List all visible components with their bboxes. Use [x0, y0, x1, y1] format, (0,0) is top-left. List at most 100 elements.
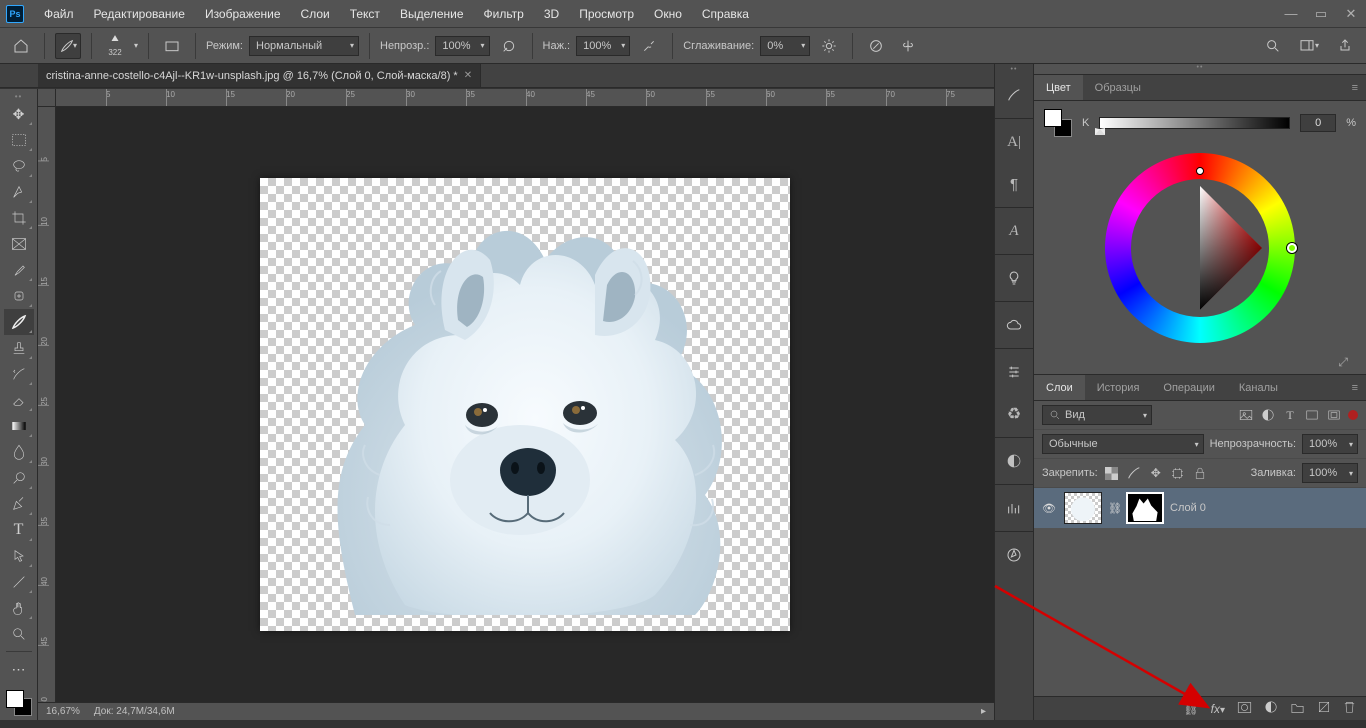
brush-sample[interactable]: 322 [102, 31, 128, 61]
crop-tool[interactable] [4, 205, 34, 231]
shape-tool[interactable] [4, 569, 34, 595]
layer-row[interactable]: 👁 ⛓ Слой 0 [1034, 488, 1366, 528]
filter-type-icon[interactable]: T [1282, 407, 1298, 423]
opacity-dropdown[interactable]: 100% [435, 36, 489, 56]
filter-adjust-icon[interactable] [1260, 407, 1276, 423]
edit-toolbar-button[interactable]: ⋯ [4, 656, 34, 682]
layer-thumbnail[interactable] [1064, 492, 1102, 524]
foreground-background-colors[interactable] [4, 688, 34, 718]
smoothing-dropdown[interactable]: 0% [760, 36, 810, 56]
menu-select[interactable]: Выделение [390, 0, 474, 27]
lock-transparency-icon[interactable] [1104, 465, 1120, 481]
filter-shape-icon[interactable] [1304, 407, 1320, 423]
dodge-tool[interactable] [4, 465, 34, 491]
rail-character[interactable]: A| [995, 125, 1033, 159]
menu-3d[interactable]: 3D [534, 0, 569, 27]
search-button[interactable] [1260, 33, 1286, 59]
color-swatch[interactable] [1044, 109, 1072, 137]
tab-history[interactable]: История [1085, 375, 1152, 400]
lock-paint-icon[interactable] [1126, 465, 1142, 481]
document-tab[interactable]: cristina-anne-costello-c4Ajl--KR1w-unspl… [38, 64, 481, 87]
rail-adjustments[interactable] [995, 355, 1033, 389]
menu-text[interactable]: Текст [340, 0, 390, 27]
eraser-tool[interactable] [4, 387, 34, 413]
k-value-input[interactable] [1300, 114, 1336, 132]
brush-tool[interactable] [4, 309, 34, 335]
menu-view[interactable]: Просмотр [569, 0, 644, 27]
path-select-tool[interactable] [4, 543, 34, 569]
toolbox-grip[interactable]: •• [4, 93, 34, 99]
pressure-size-button[interactable] [863, 33, 889, 59]
color-wheel[interactable] [1105, 153, 1295, 343]
frame-tool[interactable] [4, 231, 34, 257]
move-tool[interactable]: ✥ [4, 101, 34, 127]
layer-name[interactable]: Слой 0 [1170, 502, 1206, 514]
color-triangle[interactable] [1130, 178, 1270, 318]
layer-fill-input[interactable]: 100% [1302, 463, 1358, 483]
lock-artboard-icon[interactable] [1170, 465, 1186, 481]
gradient-tool[interactable] [4, 413, 34, 439]
lock-position-icon[interactable]: ✥ [1148, 465, 1164, 481]
mask-thumbnail[interactable] [1126, 492, 1164, 524]
window-restore-button[interactable]: ▭ [1306, 0, 1336, 27]
lock-all-icon[interactable] [1192, 465, 1208, 481]
healing-tool[interactable] [4, 283, 34, 309]
close-icon[interactable]: ✕ [464, 70, 472, 81]
rail-half-circle[interactable] [995, 444, 1033, 478]
blend-mode-dropdown[interactable]: Нормальный [249, 36, 359, 56]
airbrush-button[interactable] [636, 33, 662, 59]
rail-styles[interactable]: ♻ [995, 397, 1033, 431]
window-close-button[interactable]: ✕ [1336, 0, 1366, 27]
inner-handle[interactable] [1196, 167, 1204, 175]
layer-filter-dropdown[interactable]: Вид [1042, 405, 1152, 425]
delete-layer-icon[interactable] [1343, 700, 1356, 717]
tab-layers[interactable]: Слои [1034, 375, 1085, 400]
menu-file[interactable]: Файл [34, 0, 84, 27]
tool-preset-brush[interactable]: ▾ [55, 33, 81, 59]
filter-smart-icon[interactable] [1326, 407, 1342, 423]
pen-tool[interactable] [4, 491, 34, 517]
statusbar-arrow-icon[interactable]: ▸ [981, 706, 986, 717]
layer-opacity-input[interactable]: 100% [1302, 434, 1358, 454]
adjustment-layer-icon[interactable] [1264, 700, 1278, 717]
rail-libraries[interactable] [995, 308, 1033, 342]
eyedropper-tool[interactable] [4, 257, 34, 283]
zoom-tool[interactable] [4, 621, 34, 647]
stamp-tool[interactable] [4, 335, 34, 361]
color-panel-expand-icon[interactable]: ⤢ [1338, 355, 1348, 370]
blur-tool[interactable] [4, 439, 34, 465]
new-layer-icon[interactable] [1317, 700, 1331, 717]
zoom-level[interactable]: 16,67% [46, 706, 80, 717]
panel-menu-button[interactable]: ≡ [1344, 375, 1366, 400]
panel-menu-button[interactable]: ≡ [1344, 75, 1366, 100]
menu-help[interactable]: Справка [692, 0, 759, 27]
rail-learn[interactable] [995, 261, 1033, 295]
rail-brush-settings[interactable] [995, 78, 1033, 112]
tab-channels[interactable]: Каналы [1227, 375, 1290, 400]
rail-paragraph[interactable]: ¶ [995, 167, 1033, 201]
viewport[interactable] [56, 107, 994, 702]
new-group-icon[interactable] [1290, 701, 1305, 717]
type-tool[interactable]: T [4, 517, 34, 543]
tab-actions[interactable]: Операции [1151, 375, 1226, 400]
tab-swatches[interactable]: Образцы [1083, 75, 1153, 100]
tab-color[interactable]: Цвет [1034, 75, 1083, 100]
lasso-tool[interactable] [4, 153, 34, 179]
visibility-icon[interactable]: 👁 [1040, 502, 1058, 515]
foreground-swatch[interactable] [6, 690, 24, 708]
layer-fx-icon[interactable]: fx▾ [1211, 702, 1225, 716]
menu-layers[interactable]: Слои [291, 0, 340, 27]
link-layers-icon[interactable]: ⛓ [1183, 702, 1198, 716]
window-minimize-button[interactable]: — [1276, 0, 1306, 27]
marquee-tool[interactable] [4, 127, 34, 153]
brush-settings-button[interactable] [159, 33, 185, 59]
quick-select-tool[interactable] [4, 179, 34, 205]
menu-edit[interactable]: Редактирование [84, 0, 195, 27]
mask-link-icon[interactable]: ⛓ [1108, 502, 1120, 515]
filter-pixel-icon[interactable] [1238, 407, 1254, 423]
menu-window[interactable]: Окно [644, 0, 692, 27]
smoothing-settings-button[interactable] [816, 33, 842, 59]
rail-navigator[interactable] [995, 538, 1033, 572]
hue-handle[interactable] [1287, 243, 1297, 253]
menu-filter[interactable]: Фильтр [474, 0, 534, 27]
